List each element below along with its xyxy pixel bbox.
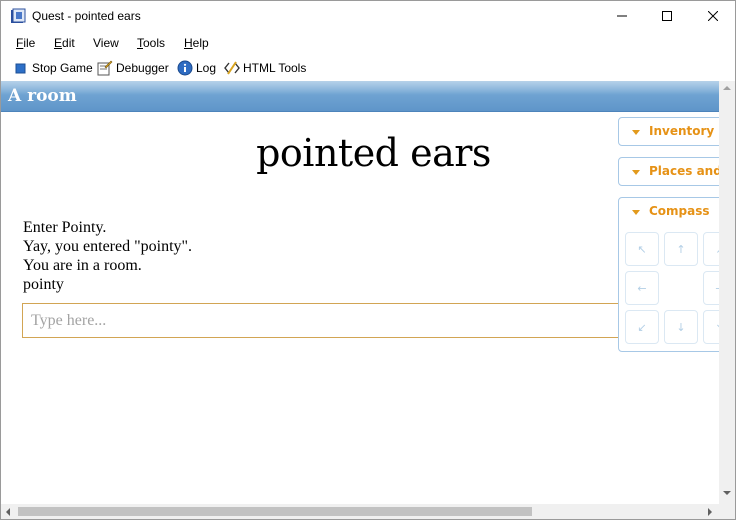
horizontal-scroll-thumb[interactable] bbox=[18, 507, 532, 516]
debugger-button[interactable]: Debugger bbox=[97, 59, 169, 77]
expand-arrow-icon bbox=[632, 170, 640, 175]
output-line: pointy bbox=[23, 276, 64, 293]
command-input[interactable] bbox=[23, 304, 631, 337]
log-button[interactable]: Log bbox=[177, 59, 216, 77]
menu-file[interactable]: File bbox=[16, 36, 35, 50]
html-tools-icon bbox=[224, 60, 240, 76]
inventory-pane: Inventory bbox=[618, 117, 719, 146]
compass-west-button[interactable]: ← bbox=[625, 271, 659, 305]
compass-label: Compass bbox=[649, 204, 710, 218]
info-icon bbox=[177, 60, 193, 76]
game-content: A room pointed ears Enter Pointy. Yay, y… bbox=[1, 81, 719, 504]
location-bar: A room bbox=[1, 81, 719, 112]
expand-arrow-icon bbox=[632, 130, 640, 135]
debugger-icon bbox=[97, 60, 113, 76]
output-line: Yay, you entered "pointy". bbox=[23, 238, 193, 255]
maximize-button[interactable] bbox=[644, 1, 690, 31]
vertical-scrollbar[interactable] bbox=[719, 81, 735, 504]
output-line: Enter Pointy. bbox=[23, 219, 107, 236]
horizontal-scrollbar[interactable] bbox=[1, 504, 719, 519]
location-name: A room bbox=[8, 86, 77, 106]
scroll-down-icon[interactable] bbox=[723, 491, 731, 495]
window-title: Quest - pointed ears bbox=[32, 9, 141, 23]
places-objects-pane: Places and O bbox=[618, 157, 719, 186]
minimize-button[interactable] bbox=[599, 1, 645, 31]
scroll-up-icon[interactable] bbox=[723, 86, 731, 90]
close-button[interactable] bbox=[690, 1, 735, 31]
menu-help[interactable]: Help bbox=[184, 36, 209, 50]
inventory-pane-header[interactable]: Inventory bbox=[619, 118, 719, 145]
title-bar: Quest - pointed ears bbox=[1, 1, 735, 32]
expand-arrow-icon bbox=[632, 210, 640, 215]
compass-northwest-button[interactable]: ↖ bbox=[625, 232, 659, 266]
command-box bbox=[22, 303, 632, 338]
html-tools-button[interactable]: HTML Tools bbox=[224, 59, 306, 77]
toolbar: Stop Game Debugger Log HTML Tools bbox=[1, 55, 735, 81]
minimize-icon bbox=[617, 11, 627, 21]
compass-pane: Compass ↖ ↑ ↗ ← → ↙ ↓ ↘ bbox=[618, 197, 719, 352]
output-line: You are in a room. bbox=[23, 257, 142, 274]
menu-view[interactable]: View bbox=[93, 36, 119, 50]
compass-south-button[interactable]: ↓ bbox=[664, 310, 698, 344]
compass-southeast-button[interactable]: ↘ bbox=[703, 310, 719, 344]
places-objects-label: Places and O bbox=[649, 164, 719, 178]
game-title: pointed ears bbox=[256, 131, 491, 175]
compass-east-button[interactable]: → bbox=[703, 271, 719, 305]
compass-north-button[interactable]: ↑ bbox=[664, 232, 698, 266]
stop-game-button[interactable]: Stop Game bbox=[13, 59, 93, 77]
game-output: Enter Pointy. Yay, you entered "pointy".… bbox=[23, 218, 192, 294]
quest-window: Quest - pointed ears File Edit View Tool… bbox=[0, 0, 736, 520]
scroll-right-icon[interactable] bbox=[708, 508, 712, 516]
compass-pane-header[interactable]: Compass bbox=[619, 198, 719, 225]
menu-edit[interactable]: Edit bbox=[54, 36, 75, 50]
menu-tools[interactable]: Tools bbox=[137, 36, 165, 50]
maximize-icon bbox=[662, 11, 672, 21]
scrollbar-corner bbox=[719, 504, 735, 519]
compass-northeast-button[interactable]: ↗ bbox=[703, 232, 719, 266]
scroll-left-icon[interactable] bbox=[6, 508, 10, 516]
menu-bar: File Edit View Tools Help bbox=[1, 32, 735, 55]
compass-southwest-button[interactable]: ↙ bbox=[625, 310, 659, 344]
stop-icon bbox=[13, 60, 29, 76]
places-objects-pane-header[interactable]: Places and O bbox=[619, 158, 719, 185]
inventory-label: Inventory bbox=[649, 124, 715, 138]
quest-app-icon bbox=[10, 8, 26, 24]
close-icon bbox=[708, 11, 718, 21]
